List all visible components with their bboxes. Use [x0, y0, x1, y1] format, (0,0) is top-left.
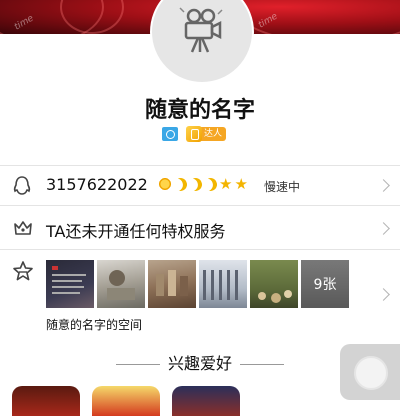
moon-icon — [187, 176, 204, 193]
assistive-touch-button[interactable] — [340, 344, 400, 400]
qzone-row[interactable]: 9张 随意的名字的空间 — [0, 249, 400, 336]
qq-level-row[interactable]: 3157622022 ★ ★ 慢速中 — [0, 165, 400, 206]
game-app-icon[interactable] — [92, 386, 160, 416]
divider — [240, 364, 284, 365]
space-photo-strip: 9张 — [46, 260, 349, 308]
star-icon: ★ — [234, 175, 248, 193]
game-app-icon[interactable] — [12, 386, 80, 416]
avatar[interactable] — [150, 0, 254, 84]
interest-title: 兴趣爱好 — [167, 354, 232, 373]
divider — [115, 364, 160, 365]
vip-badge[interactable]: 达人 — [186, 126, 227, 142]
star-icon: ★ — [219, 175, 233, 193]
moon-icon — [202, 176, 219, 193]
chevron-right-icon — [377, 179, 390, 192]
crown-icon — [12, 218, 34, 242]
phone-badge-icon — [186, 126, 202, 142]
interest-app-list — [12, 386, 240, 416]
profile-name: 随意的名字 — [144, 98, 255, 123]
chevron-right-icon — [377, 288, 390, 301]
badge-group: 达人 — [162, 126, 227, 142]
space-photo[interactable] — [199, 260, 247, 308]
space-photo[interactable] — [148, 260, 196, 308]
qq-penguin-icon — [12, 175, 32, 201]
star-outline-icon — [12, 260, 34, 286]
privilege-text: TA还未开通任何特权服务 — [46, 222, 226, 241]
space-label: 随意的名字的空间 — [46, 318, 143, 332]
moon-icon — [172, 176, 189, 193]
space-photo[interactable] — [46, 260, 94, 308]
game-app-icon[interactable] — [172, 386, 240, 416]
speed-status: 慢速中 — [264, 180, 301, 194]
assistive-touch-icon — [354, 356, 388, 390]
photo-count: 9张 — [301, 260, 349, 308]
camera-badge-icon[interactable] — [162, 127, 178, 141]
chevron-right-icon — [377, 222, 390, 235]
qq-number: 3157622022 — [46, 175, 148, 194]
camera-icon — [174, 2, 230, 62]
space-photo[interactable] — [97, 260, 145, 308]
qq-level-icons: ★ ★ — [158, 175, 248, 193]
vip-badge-label: 达人 — [200, 127, 227, 141]
space-photo-more[interactable]: 9张 — [301, 260, 349, 308]
privilege-row[interactable]: TA还未开通任何特权服务 — [0, 205, 400, 250]
sun-icon — [158, 177, 172, 191]
space-photo[interactable] — [250, 260, 298, 308]
